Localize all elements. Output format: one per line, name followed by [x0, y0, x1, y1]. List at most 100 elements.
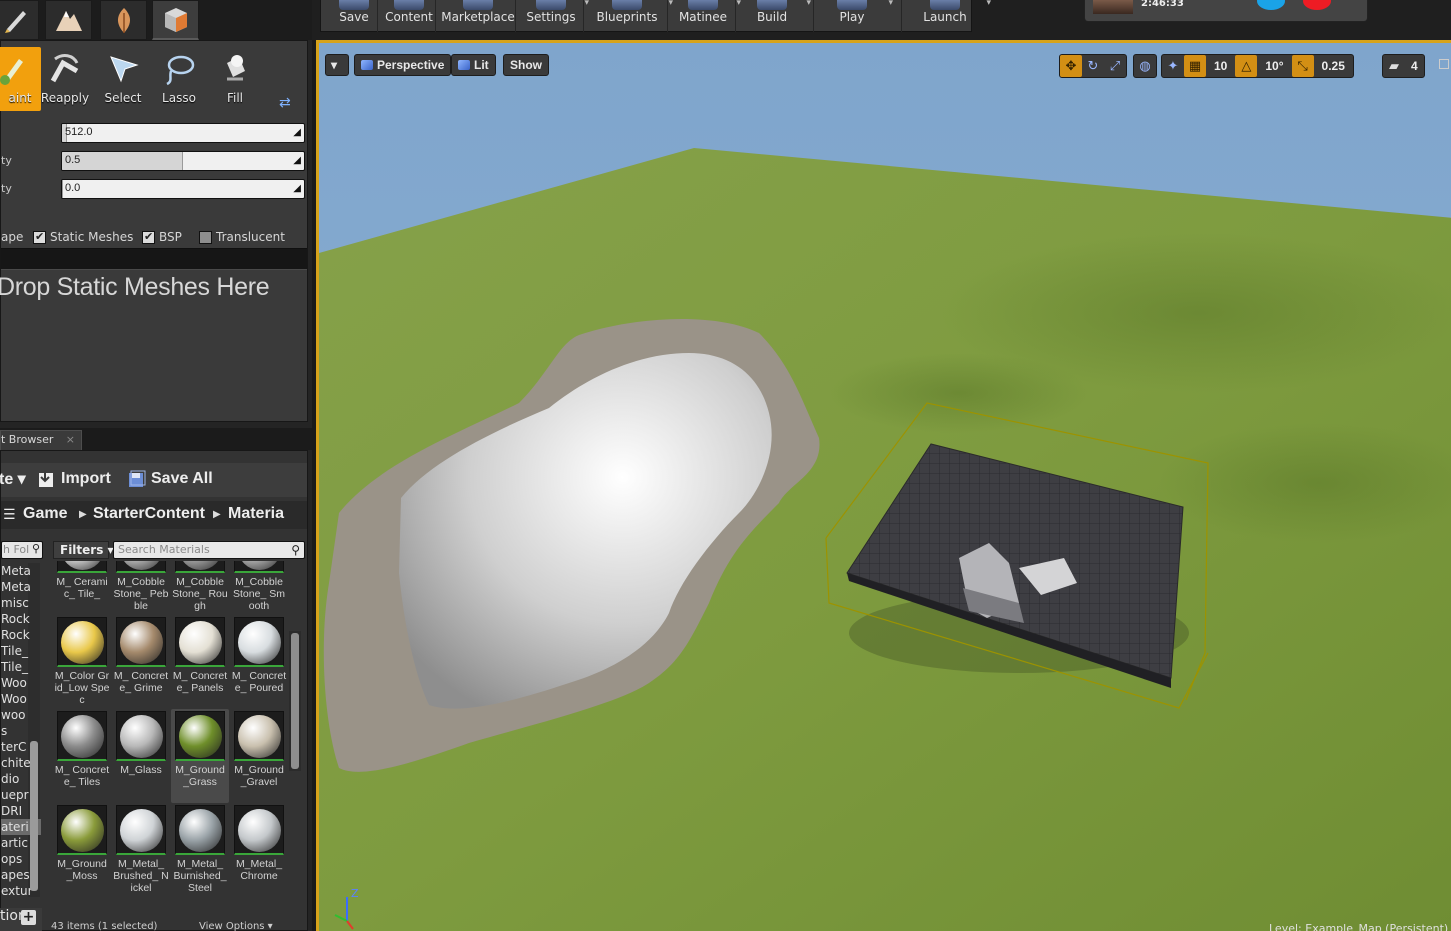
- lit-label: Lit: [474, 58, 489, 72]
- folder-scrollbar[interactable]: [30, 741, 38, 891]
- asset-tile[interactable]: M_ Concrete_ Panels: [171, 615, 229, 709]
- camera-icon[interactable]: ▰: [1383, 55, 1405, 77]
- grid-snap-value[interactable]: 10: [1206, 59, 1235, 73]
- folder-item[interactable]: s: [1, 723, 41, 739]
- toolbar-button-content[interactable]: Content: [381, 0, 437, 32]
- asset-tile[interactable]: M_Cobble Stone_ Pebble: [112, 561, 170, 615]
- toolbar-button-build[interactable]: Build: [739, 0, 811, 32]
- folder-item[interactable]: Woo: [1, 691, 41, 707]
- drop-static-meshes-area[interactable]: Drop Static Meshes Here: [0, 273, 270, 302]
- tab-content-browser[interactable]: t Browser ×: [0, 430, 82, 450]
- import-button[interactable]: Import: [37, 469, 111, 489]
- add-new-button[interactable]: te ▾: [0, 469, 26, 489]
- asset-tile[interactable]: M_Glass: [112, 709, 170, 803]
- asset-tile[interactable]: M_Cobble Stone_ Rough: [171, 561, 229, 615]
- toolbar-button-marketplace[interactable]: Marketplace: [439, 0, 517, 32]
- folder-item[interactable]: Meta: [1, 563, 41, 579]
- asset-tile[interactable]: M_Metal_ Burnished_ Steel: [171, 803, 229, 897]
- view-options-button[interactable]: View Options ▾: [199, 921, 273, 931]
- asset-tile[interactable]: M_Color Grid_Low Spec: [53, 615, 111, 709]
- tool-select[interactable]: Select: [95, 47, 151, 111]
- level-viewport[interactable]: ▾ Perspective Lit Show ✥ ↻ ⤢ ◍ ✦ ▦ 10 △ …: [316, 40, 1451, 931]
- close-icon[interactable]: ×: [66, 433, 75, 446]
- falloff-field[interactable]: 0.0 ◢: [61, 179, 305, 199]
- asset-tile[interactable]: M_Ground _Moss: [53, 803, 111, 897]
- toolbar-button-settings[interactable]: Settings: [519, 0, 589, 32]
- asset-tile[interactable]: M_Metal_ Brushed_ Nickel: [112, 803, 170, 897]
- tool-fill[interactable]: Fill: [207, 47, 263, 111]
- error-status-icon[interactable]: [1303, 0, 1331, 10]
- avatar[interactable]: [1093, 0, 1133, 14]
- folder-item[interactable]: Tile_: [1, 643, 41, 659]
- viewport-menu-button[interactable]: ▾: [325, 54, 349, 76]
- mode-tab-place[interactable]: [0, 0, 39, 40]
- lit-button[interactable]: Lit: [451, 54, 496, 76]
- folder-item[interactable]: Tile_: [1, 659, 41, 675]
- toolbar-button-label: Save: [339, 10, 369, 24]
- move-icon[interactable]: ✥: [1060, 55, 1082, 77]
- asset-name: M_Ground _Moss: [57, 858, 107, 882]
- folder-search-input[interactable]: h Fol ⚲: [1, 541, 43, 559]
- asset-tile[interactable]: M_Metal_ Chrome: [230, 803, 287, 897]
- checkbox-translucent-box[interactable]: [199, 230, 212, 244]
- scale-snap-icon[interactable]: ⤡: [1291, 55, 1314, 77]
- mode-tab-landscape[interactable]: [45, 0, 92, 40]
- surface-snap-icon[interactable]: ✦: [1162, 55, 1184, 77]
- toolbar-button-launch[interactable]: Launch: [905, 0, 991, 32]
- radius-field[interactable]: 512.0 ◢: [61, 123, 305, 143]
- camera-speed-value[interactable]: 4: [1405, 59, 1424, 73]
- mode-tab-mesh-paint[interactable]: [152, 0, 199, 40]
- toolbar-separator: [813, 0, 814, 32]
- folder-item[interactable]: misc: [1, 595, 41, 611]
- rotate-icon[interactable]: ↻: [1082, 55, 1104, 77]
- folder-item[interactable]: Rock: [1, 611, 41, 627]
- show-button[interactable]: Show: [503, 54, 549, 76]
- asset-tile[interactable]: M_ Concrete_ Tiles: [53, 709, 111, 803]
- strength-field[interactable]: 0.5 ◢: [61, 151, 305, 171]
- info-status-icon[interactable]: [1257, 0, 1285, 10]
- scale-icon[interactable]: ⤢: [1104, 55, 1126, 77]
- mode-tabs: [0, 0, 312, 40]
- scale-snap-value[interactable]: 0.25: [1314, 59, 1353, 73]
- rotation-snap-icon[interactable]: △: [1235, 55, 1258, 77]
- asset-tile[interactable]: M_Ground _Gravel: [230, 709, 287, 803]
- asset-scrollbar[interactable]: [291, 633, 299, 769]
- checkbox-static-meshes[interactable]: Static Meshes: [33, 230, 133, 244]
- asset-tile[interactable]: M_ Ceramic_ Tile_: [53, 561, 111, 615]
- asset-tile[interactable]: M_ Concrete_ Poured: [230, 615, 287, 709]
- breadcrumb-starter-content[interactable]: StarterContent: [93, 505, 205, 523]
- search-materials-input[interactable]: Search Materials ⚲: [113, 541, 305, 559]
- toolbar-button-blueprints[interactable]: Blueprints: [587, 0, 673, 32]
- breadcrumb-game[interactable]: Game: [23, 505, 67, 523]
- tool-reapply[interactable]: Reapply: [37, 47, 93, 111]
- asset-tile[interactable]: M_Ground _Grass: [171, 709, 229, 803]
- folder-item[interactable]: Woo: [1, 675, 41, 691]
- perspective-button[interactable]: Perspective: [354, 54, 452, 76]
- grid-snap-icon[interactable]: ▦: [1184, 55, 1206, 77]
- tool-lasso[interactable]: Lasso: [151, 47, 207, 111]
- rotation-snap-value[interactable]: 10°: [1257, 59, 1291, 73]
- list-icon[interactable]: ☰: [3, 507, 16, 523]
- breadcrumb-materials[interactable]: Materia: [228, 505, 284, 523]
- checkbox-static-meshes-box[interactable]: [33, 230, 46, 244]
- checkbox-translucent-label: Translucent: [216, 230, 285, 244]
- tool-paint[interactable]: aint: [0, 47, 41, 111]
- maximize-viewport-icon[interactable]: [1439, 59, 1449, 69]
- folder-item[interactable]: Rock: [1, 627, 41, 643]
- asset-tile[interactable]: M_ Concrete_ Grime: [112, 615, 170, 709]
- save-all-button[interactable]: Save All: [127, 469, 213, 489]
- toolbar-button-matinee[interactable]: Matinee: [671, 0, 741, 32]
- checkbox-translucent[interactable]: Translucent: [199, 230, 285, 244]
- globe-icon[interactable]: ◍: [1134, 55, 1156, 77]
- folder-item[interactable]: woo: [1, 707, 41, 723]
- swap-icon[interactable]: ⇄: [279, 95, 297, 113]
- mode-tab-foliage[interactable]: [100, 0, 147, 40]
- checkbox-bsp-box[interactable]: [142, 230, 155, 244]
- toolbar-button-play[interactable]: Play: [817, 0, 893, 32]
- filters-button[interactable]: Filters ▾: [53, 541, 114, 559]
- folder-item[interactable]: Meta: [1, 579, 41, 595]
- checkbox-bsp[interactable]: BSP: [142, 230, 182, 244]
- add-collection-icon[interactable]: +: [21, 910, 36, 925]
- asset-tile[interactable]: M_Cobble Stone_ Smooth: [230, 561, 287, 615]
- toolbar-button-save[interactable]: Save: [329, 0, 379, 32]
